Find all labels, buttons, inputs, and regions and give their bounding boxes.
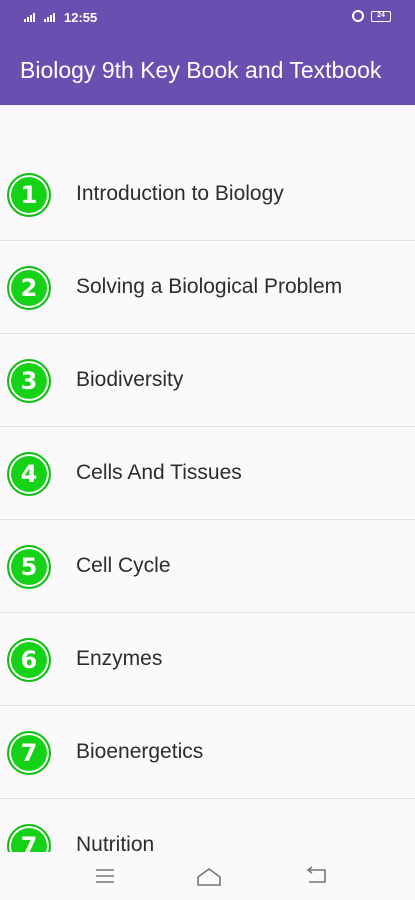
chapter-list[interactable]: 1 Introduction to Biology 2 Solving a Bi… <box>0 148 415 852</box>
list-item[interactable]: 7 Nutrition <box>0 799 415 852</box>
chapter-number-badge: 1 <box>7 173 51 217</box>
chapter-title: Bioenergetics <box>76 740 204 763</box>
navigation-bar <box>0 852 415 900</box>
chapter-number-badge: 3 <box>7 359 51 403</box>
list-item[interactable]: 2 Solving a Biological Problem <box>0 241 415 334</box>
status-bar: 12:55 24 <box>0 0 415 36</box>
app-bar: 12:55 24 Biology 9th Key Book and Textbo… <box>0 0 415 105</box>
alarm-icon <box>352 10 364 22</box>
list-item[interactable]: 4 Cells And Tissues <box>0 427 415 520</box>
back-icon[interactable] <box>305 866 329 886</box>
battery-icon: 24 <box>371 11 391 22</box>
list-item[interactable]: 5 Cell Cycle <box>0 520 415 613</box>
chapter-number-badge: 5 <box>7 545 51 589</box>
chapter-title: Cell Cycle <box>76 554 171 577</box>
list-item[interactable]: 7 Bioenergetics <box>0 706 415 799</box>
chapter-title: Biodiversity <box>76 368 184 391</box>
chapter-number-badge: 4 <box>7 452 51 496</box>
chapter-title: Solving a Biological Problem <box>76 275 343 298</box>
list-item[interactable]: 6 Enzymes <box>0 613 415 706</box>
signal-icon <box>24 12 35 22</box>
chapter-title: Cells And Tissues <box>76 461 242 484</box>
list-item[interactable]: 1 Introduction to Biology <box>0 148 415 241</box>
chapter-number-badge: 7 <box>7 731 51 775</box>
signal-icon <box>44 12 55 22</box>
home-icon[interactable] <box>195 866 223 888</box>
chapter-title: Nutrition <box>76 833 155 852</box>
page-title: Biology 9th Key Book and Textbook <box>20 57 382 83</box>
list-item[interactable]: 3 Biodiversity <box>0 334 415 427</box>
chapter-title: Enzymes <box>76 647 163 670</box>
chapter-title: Introduction to Biology <box>76 182 284 205</box>
chapter-number-badge: 2 <box>7 266 51 310</box>
status-time: 12:55 <box>64 10 98 25</box>
chapter-number-badge: 7 <box>7 824 51 852</box>
chapter-number-badge: 6 <box>7 638 51 682</box>
menu-icon[interactable] <box>94 866 116 886</box>
